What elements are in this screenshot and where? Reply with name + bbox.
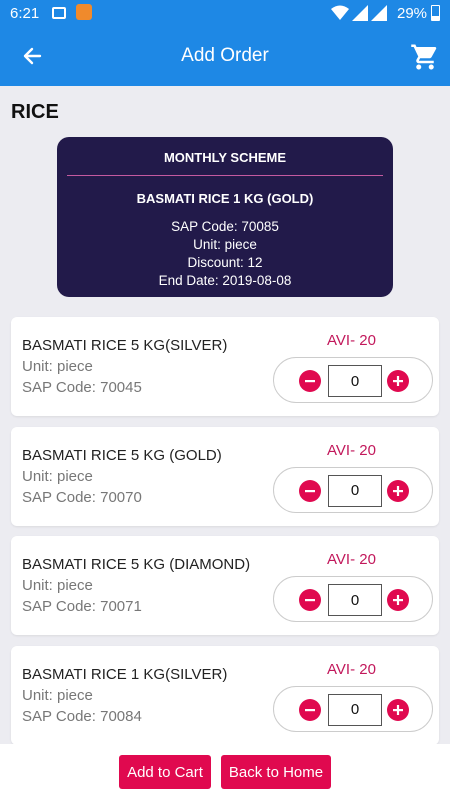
- product-availability: AVI- 20: [327, 441, 376, 459]
- signal-icon-2: [371, 5, 387, 21]
- product-sap-code: SAP Code: 70084: [22, 707, 142, 725]
- app-bar: Add Order: [0, 28, 450, 86]
- product-card: BASMATI RICE 1 KG(SILVER) Unit: piece SA…: [11, 645, 439, 745]
- scheme-sap-code: SAP Code: 70085: [171, 219, 279, 234]
- status-time: 6:21: [10, 5, 40, 22]
- product-availability: AVI- 20: [327, 551, 376, 569]
- product-sap-code: SAP Code: 70070: [22, 488, 142, 506]
- minus-circle-icon[interactable]: [299, 698, 321, 721]
- product-sap-code: SAP Code: 70045: [22, 379, 142, 396]
- minus-circle-icon[interactable]: [299, 370, 321, 392]
- monthly-scheme-card: MONTHLY SCHEME BASMATI RICE 1 KG (GOLD) …: [57, 137, 393, 297]
- plus-circle-icon[interactable]: [387, 479, 409, 502]
- page-title: Add Order: [181, 45, 269, 66]
- product-name: BASMATI RICE 5 KG(SILVER): [22, 337, 228, 354]
- product-card: BASMATI RICE 5 KG(SILVER) Unit: piece SA…: [11, 317, 439, 416]
- footer-actions: Add to Cart Back to Home: [0, 744, 450, 800]
- product-unit: Unit: piece: [22, 467, 93, 485]
- status-bar: 6:21 29%: [0, 0, 450, 28]
- add-to-cart-button[interactable]: Add to Cart: [119, 755, 211, 789]
- product-card: BASMATI RICE 5 KG (DIAMOND) Unit: piece …: [11, 536, 439, 636]
- product-name: BASMATI RICE 5 KG (DIAMOND): [22, 556, 251, 574]
- product-unit: Unit: piece: [22, 577, 93, 595]
- quantity-stepper: [273, 576, 433, 623]
- scheme-discount: Discount: 12: [187, 255, 263, 270]
- product-list: BASMATI RICE 5 KG(SILVER) Unit: piece SA…: [11, 317, 439, 755]
- quantity-input[interactable]: [328, 584, 382, 617]
- category-heading: RICE: [11, 101, 59, 123]
- scheme-title: MONTHLY SCHEME: [163, 150, 287, 165]
- battery-icon: [431, 5, 440, 21]
- product-unit: Unit: piece: [22, 686, 93, 704]
- gallery-notification-icon: [52, 7, 66, 19]
- app-notification-icon: [76, 4, 92, 20]
- wifi-icon: [331, 5, 349, 20]
- scheme-divider: [67, 175, 383, 176]
- plus-circle-icon[interactable]: [387, 698, 409, 721]
- product-availability: AVI- 20: [327, 660, 376, 678]
- product-availability: AVI- 20: [327, 332, 376, 349]
- plus-circle-icon[interactable]: [387, 589, 409, 612]
- quantity-stepper: [273, 466, 433, 513]
- scheme-unit: Unit: piece: [193, 237, 257, 252]
- minus-circle-icon[interactable]: [299, 589, 321, 612]
- shopping-cart-icon: [411, 44, 437, 70]
- product-name: BASMATI RICE 5 KG (GOLD): [22, 446, 222, 464]
- quantity-input[interactable]: [328, 474, 382, 507]
- product-name: BASMATI RICE 1 KG(SILVER): [22, 665, 228, 683]
- plus-circle-icon[interactable]: [387, 370, 409, 392]
- battery-percent: 29%: [397, 5, 428, 22]
- product-unit: Unit: piece: [22, 358, 93, 375]
- scheme-product-name: BASMATI RICE 1 KG (GOLD): [136, 191, 314, 206]
- quantity-stepper: [273, 685, 433, 732]
- quantity-stepper: [273, 357, 433, 403]
- back-to-home-button[interactable]: Back to Home: [221, 755, 331, 789]
- signal-icon: [352, 5, 368, 21]
- quantity-input[interactable]: [328, 693, 382, 726]
- cart-button[interactable]: [410, 42, 440, 72]
- scheme-end-date: End Date: 2019-08-08: [158, 273, 292, 288]
- product-sap-code: SAP Code: 70071: [22, 598, 142, 616]
- quantity-input[interactable]: [328, 365, 382, 397]
- minus-circle-icon[interactable]: [299, 479, 321, 502]
- product-card: BASMATI RICE 5 KG (GOLD) Unit: piece SAP…: [11, 426, 439, 526]
